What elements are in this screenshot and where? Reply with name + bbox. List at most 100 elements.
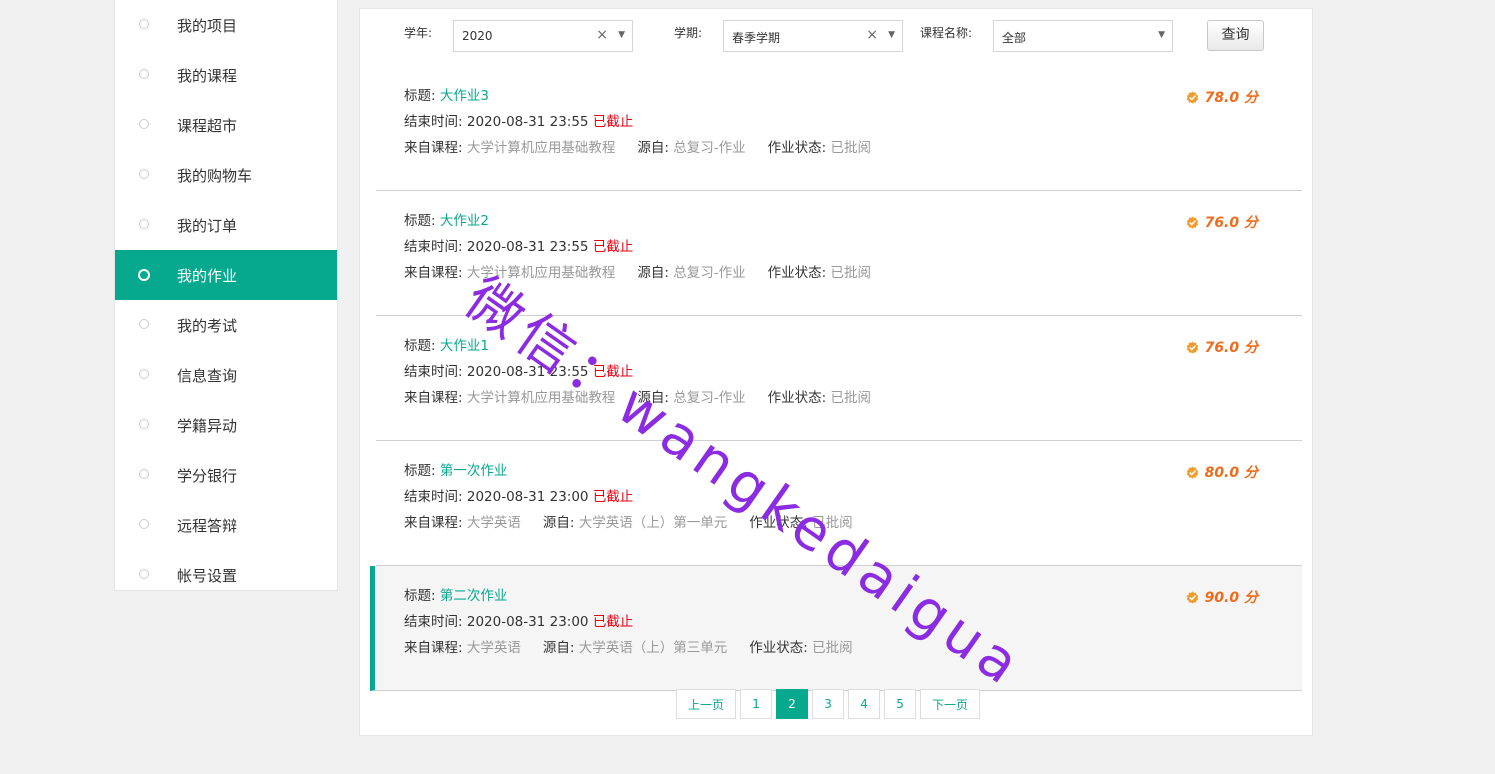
verified-badge-icon — [1186, 590, 1198, 604]
sidebar-item-status-change[interactable]: 学籍异动 — [115, 400, 337, 450]
clear-icon[interactable]: × — [596, 27, 608, 43]
assignment-title-link[interactable]: 大作业1 — [440, 338, 489, 354]
assignment-item[interactable]: 标题: 第一次作业 结束时间: 2020-08-31 23:00 已截止 来自课… — [376, 441, 1302, 566]
assignment-item-selected[interactable]: 标题: 第二次作业 结束时间: 2020-08-31 23:00 已截止 来自课… — [370, 566, 1302, 691]
circle-icon — [139, 119, 149, 129]
circle-icon — [139, 19, 149, 29]
sidebar-item-label: 我的课程 — [177, 67, 238, 85]
chevron-down-icon[interactable]: ▼ — [618, 30, 625, 40]
next-page-button[interactable]: 下一页 — [920, 689, 981, 719]
end-time-value: 2020-08-31 23:55 — [466, 364, 589, 380]
assignment-title-link[interactable]: 大作业2 — [440, 213, 489, 229]
course-value: 大学英语 — [466, 515, 521, 531]
sidebar-item-orders[interactable]: 我的订单 — [115, 200, 337, 250]
page-button-3[interactable]: 3 — [812, 689, 845, 719]
page-button-4[interactable]: 4 — [848, 689, 881, 719]
sidebar-item-label: 我的考试 — [177, 317, 238, 335]
sidebar-item-label: 远程答辩 — [177, 517, 238, 535]
end-time-label: 结束时间: — [404, 364, 463, 380]
course-value: 全部 — [1002, 31, 1027, 45]
circle-icon — [139, 469, 149, 479]
chevron-down-icon[interactable]: ▼ — [1158, 30, 1165, 40]
sidebar-item-courses[interactable]: 我的课程 — [115, 50, 337, 100]
source-value: 大学英语（上）第一单元 — [578, 515, 728, 531]
sidebar-item-homework[interactable]: 我的作业 — [115, 250, 337, 300]
sidebar-item-cart[interactable]: 我的购物车 — [115, 150, 337, 200]
assignment-item[interactable]: 标题: 大作业1 结束时间: 2020-08-31 23:55 已截止 来自课程… — [376, 316, 1302, 441]
course-select[interactable]: 全部 ▼ — [993, 20, 1173, 52]
score: 90.0 分 — [1186, 587, 1258, 607]
term-label: 学期: — [674, 26, 703, 40]
assignment-title-link[interactable]: 大作业3 — [440, 88, 489, 104]
status-value: 已批阅 — [830, 140, 871, 156]
sidebar-item-credit-bank[interactable]: 学分银行 — [115, 450, 337, 500]
course-value: 大学英语 — [466, 640, 521, 656]
chevron-down-icon[interactable]: ▼ — [888, 30, 895, 40]
term-value: 春季学期 — [732, 31, 781, 45]
assignment-title-link[interactable]: 第二次作业 — [440, 588, 508, 604]
end-time-label: 结束时间: — [404, 489, 463, 505]
assignment-list: 标题: 大作业3 结束时间: 2020-08-31 23:55 已截止 来自课程… — [370, 66, 1302, 691]
title-label: 标题: — [404, 338, 436, 354]
page-button-2-current[interactable]: 2 — [776, 689, 809, 719]
deadline-status: 已截止 — [592, 114, 634, 130]
sidebar-item-info-query[interactable]: 信息查询 — [115, 350, 337, 400]
page-button-1[interactable]: 1 — [740, 689, 773, 719]
title-label: 标题: — [404, 88, 436, 104]
assignment-item[interactable]: 标题: 大作业2 结束时间: 2020-08-31 23:55 已截止 来自课程… — [376, 191, 1302, 316]
end-time-label: 结束时间: — [404, 614, 463, 630]
query-button[interactable]: 查询 — [1207, 20, 1264, 51]
sidebar-item-exams[interactable]: 我的考试 — [115, 300, 337, 350]
sidebar-item-course-market[interactable]: 课程超市 — [115, 100, 337, 150]
source-value: 总复习-作业 — [673, 140, 746, 156]
status-value: 已批阅 — [830, 390, 871, 406]
course-value: 大学计算机应用基础教程 — [466, 265, 616, 281]
title-label: 标题: — [404, 213, 436, 229]
prev-page-button[interactable]: 上一页 — [676, 689, 737, 719]
circle-icon — [139, 169, 149, 179]
sidebar: 我的项目 我的课程 课程超市 我的购物车 我的订单 我的作业 我的考试 信息查询… — [114, 0, 338, 591]
source-value: 总复习-作业 — [673, 265, 746, 281]
status-label: 作业状态: — [749, 515, 808, 531]
sidebar-item-account-settings[interactable]: 帐号设置 — [115, 550, 337, 600]
sidebar-item-label: 我的项目 — [177, 17, 238, 35]
homework-panel: 学年: 2020 × ▼ 学期: 春季学期 × ▼ 课程名称: 全部 ▼ 查询 … — [359, 8, 1313, 736]
score: 80.0 分 — [1186, 462, 1258, 482]
sidebar-item-remote-defense[interactable]: 远程答辩 — [115, 500, 337, 550]
course-label: 课程名称: — [920, 26, 973, 40]
assignment-title-link[interactable]: 第一次作业 — [440, 463, 508, 479]
source-label: 源自: — [542, 515, 575, 531]
from-course-label: 来自课程: — [404, 640, 463, 656]
verified-badge-icon — [1186, 340, 1198, 354]
source-label: 源自: — [637, 140, 669, 156]
sidebar-item-label: 学分银行 — [177, 467, 238, 485]
clear-icon[interactable]: × — [866, 27, 878, 43]
from-course-label: 来自课程: — [404, 140, 463, 156]
course-value: 大学计算机应用基础教程 — [466, 390, 616, 406]
circle-icon — [139, 569, 149, 579]
circle-icon — [139, 419, 149, 429]
status-label: 作业状态: — [767, 140, 827, 156]
end-time-value: 2020-08-31 23:00 — [466, 489, 589, 505]
year-select[interactable]: 2020 × ▼ — [453, 20, 633, 52]
page-button-5[interactable]: 5 — [884, 689, 917, 719]
sidebar-item-label: 帐号设置 — [177, 567, 238, 585]
circle-icon — [139, 219, 149, 229]
score: 76.0 分 — [1186, 212, 1258, 232]
score-value: 76.0 分 — [1204, 340, 1258, 356]
sidebar-item-projects[interactable]: 我的项目 — [115, 0, 337, 50]
title-label: 标题: — [404, 463, 436, 479]
status-label: 作业状态: — [767, 390, 827, 406]
end-time-value: 2020-08-31 23:55 — [466, 114, 589, 130]
verified-badge-icon — [1186, 90, 1198, 104]
from-course-label: 来自课程: — [404, 390, 463, 406]
score-value: 76.0 分 — [1204, 215, 1258, 231]
circle-icon — [139, 369, 149, 379]
status-label: 作业状态: — [767, 265, 827, 281]
year-label: 学年: — [404, 26, 433, 40]
title-label: 标题: — [404, 588, 436, 604]
deadline-status: 已截止 — [592, 489, 634, 505]
term-select[interactable]: 春季学期 × ▼ — [723, 20, 903, 52]
assignment-item[interactable]: 标题: 大作业3 结束时间: 2020-08-31 23:55 已截止 来自课程… — [376, 66, 1302, 191]
verified-badge-icon — [1186, 465, 1198, 479]
